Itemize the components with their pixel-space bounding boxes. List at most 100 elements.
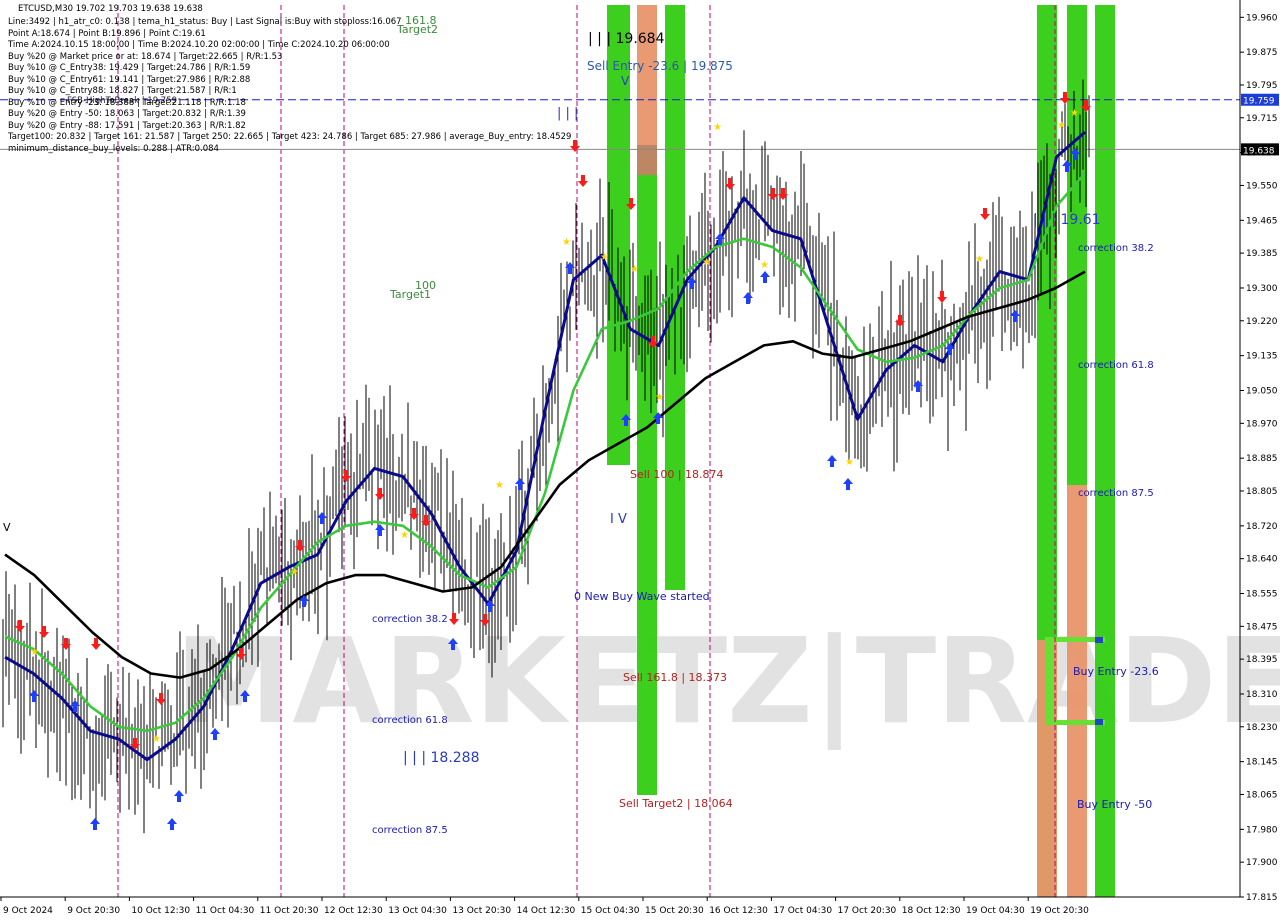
wave-low-label: | | | 18.288 xyxy=(403,750,480,766)
fsb-price-tag-label: 19.759 xyxy=(1243,97,1275,107)
y-tick-label: 18.395 xyxy=(1246,655,1278,665)
target2-label: Target2 xyxy=(396,23,438,36)
info-line: minimum_distance_buy_levels: 0.288 | ATR… xyxy=(8,143,219,154)
x-tick-label: 19 Oct 04:30 xyxy=(966,906,1025,916)
y-tick-label: 19.960 xyxy=(1246,13,1278,23)
x-tick-label: 17 Oct 04:30 xyxy=(773,906,832,916)
star-icon: ★ xyxy=(495,480,504,491)
correction-61-left: correction 61.8 xyxy=(372,715,448,726)
star-icon: ★ xyxy=(975,254,984,265)
star-icon: ★ xyxy=(152,734,161,745)
info-line: Line:3492 | h1_atr_c0: 0.138 | tema_h1_s… xyxy=(8,17,402,27)
signal-zone xyxy=(637,175,657,795)
current-price-tag-label: 19.638 xyxy=(1243,146,1275,156)
y-tick-label: 18.970 xyxy=(1246,419,1278,429)
y-tick-label: 19.385 xyxy=(1246,249,1278,259)
wave-v-label: V xyxy=(621,74,630,88)
y-tick-label: 17.900 xyxy=(1246,858,1278,868)
signal-zone xyxy=(637,5,657,145)
correction-87-right: correction 87.5 xyxy=(1078,488,1154,499)
left-wave-label: V xyxy=(3,521,11,534)
buy-zone-marker xyxy=(1095,637,1103,643)
y-tick-label: 19.050 xyxy=(1246,387,1278,397)
sell100-label: Sell 100 | 18.874 xyxy=(630,468,724,481)
signal-zone xyxy=(1095,5,1115,897)
star-icon: ★ xyxy=(630,264,639,275)
info-line: Buy %10 @ Entry -23: 18.388 | Target:21.… xyxy=(8,97,246,108)
x-tick-label: 19 Oct 20:30 xyxy=(1030,906,1089,916)
wave-c-label: | | | xyxy=(557,106,578,121)
target1-label: Target1 xyxy=(389,288,431,301)
x-tick-label: 12 Oct 12:30 xyxy=(324,906,383,916)
x-tick-label: 17 Oct 20:30 xyxy=(838,906,897,916)
x-tick-label: 11 Oct 20:30 xyxy=(260,906,319,916)
signal-zone xyxy=(1067,485,1087,897)
correction-87-left: correction 87.5 xyxy=(372,825,448,836)
new-wave-label: 0 New Buy Wave started xyxy=(574,590,710,603)
buy-entry-50-label: Buy Entry -50 xyxy=(1077,798,1152,811)
star-icon: ★ xyxy=(30,647,39,658)
star-icon: ★ xyxy=(713,122,722,133)
x-tick-label: 11 Oct 04:30 xyxy=(196,906,255,916)
buy-zone-bar xyxy=(1045,640,1053,725)
star-icon: ★ xyxy=(845,457,854,468)
x-tick-label: 9 Oct 20:30 xyxy=(67,906,120,916)
y-tick-label: 18.145 xyxy=(1246,758,1278,768)
x-tick-label: 13 Oct 04:30 xyxy=(388,906,447,916)
y-tick-label: 18.065 xyxy=(1246,790,1278,800)
info-line: Point A:18.674 | Point B:19.896 | Point … xyxy=(8,28,206,39)
y-tick-label: 19.220 xyxy=(1246,317,1278,327)
y-tick-label: 18.720 xyxy=(1246,522,1278,532)
correction-38-right: correction 38.2 xyxy=(1078,243,1154,254)
info-line: Time A:2024.10.15 18:00:00 | Time B:2024… xyxy=(8,40,390,50)
star-icon: ★ xyxy=(400,530,409,541)
y-tick-label: 18.885 xyxy=(1246,454,1278,464)
wave-high-label: | | | 19.684 xyxy=(588,31,665,47)
x-tick-label: 18 Oct 12:30 xyxy=(902,906,961,916)
y-tick-label: 19.300 xyxy=(1246,284,1278,294)
wave-iv-label: I V xyxy=(610,512,627,527)
info-line: Buy %20 @ Entry -50: 18.063 | Target:20.… xyxy=(8,109,246,119)
x-tick-label: 14 Oct 12:30 xyxy=(517,906,576,916)
info-line: Buy %10 @ C_Entry38: 19.429 | Target:24.… xyxy=(8,63,251,73)
y-tick-label: 19.715 xyxy=(1246,114,1278,124)
y-tick-label: 18.475 xyxy=(1246,622,1278,632)
y-tick-label: 18.640 xyxy=(1246,555,1278,565)
correction-38-left: correction 38.2 xyxy=(372,614,448,625)
x-tick-label: 15 Oct 04:30 xyxy=(581,906,640,916)
y-tick-label: 17.980 xyxy=(1246,825,1278,835)
x-tick-label: 9 Oct 2024 xyxy=(3,906,53,916)
wave-right-label: | | | 19.61 xyxy=(1033,212,1101,228)
info-line: Buy %10 @ C_Entry88: 18.827 | Target:21.… xyxy=(8,86,237,96)
x-tick-label: 16 Oct 12:30 xyxy=(709,906,768,916)
star-icon: ★ xyxy=(1070,108,1079,119)
buy-zone-marker xyxy=(1095,719,1103,725)
y-tick-label: 19.465 xyxy=(1246,216,1278,226)
sell-target2-label: Sell Target2 | 18.064 xyxy=(619,797,733,810)
symbol-line: ETCUSD,M30 19.702 19.703 19.638 19.638 xyxy=(18,4,203,14)
y-tick-label: 17.815 xyxy=(1246,893,1278,903)
star-icon: ★ xyxy=(702,257,711,268)
correction-61-right: correction 61.8 xyxy=(1078,360,1154,371)
y-tick-label: 19.795 xyxy=(1246,81,1278,91)
buy-entry-236-label: Buy Entry -23.6 xyxy=(1073,665,1159,678)
star-icon: ★ xyxy=(1057,120,1066,131)
y-tick-label: 18.230 xyxy=(1246,723,1278,733)
star-icon: ★ xyxy=(600,252,609,263)
star-icon: ★ xyxy=(290,567,299,578)
x-tick-label: 13 Oct 20:30 xyxy=(452,906,511,916)
info-line: Buy %20 @ Market price or at: 18.674 | T… xyxy=(8,51,283,62)
y-tick-label: 19.135 xyxy=(1246,352,1278,362)
star-icon: ★ xyxy=(562,237,571,248)
y-tick-label: 19.550 xyxy=(1246,181,1278,191)
info-line: Buy %20 @ Entry -88: 17.591 | Target:20.… xyxy=(8,120,246,131)
x-tick-label: 10 Oct 12:30 xyxy=(131,906,190,916)
star-icon: ★ xyxy=(655,392,664,403)
y-tick-label: 18.310 xyxy=(1246,690,1278,700)
info-line: Target100: 20.832 | Target 161: 21.587 |… xyxy=(8,132,572,142)
sell161-label: Sell 161.8 | 18.373 xyxy=(623,671,727,684)
y-tick-label: 18.555 xyxy=(1246,590,1278,600)
x-tick-label: 15 Oct 20:30 xyxy=(645,906,704,916)
sell-entry-label: Sell Entry -23.6 | 19.875 xyxy=(587,59,733,73)
y-tick-label: 19.875 xyxy=(1246,48,1278,58)
